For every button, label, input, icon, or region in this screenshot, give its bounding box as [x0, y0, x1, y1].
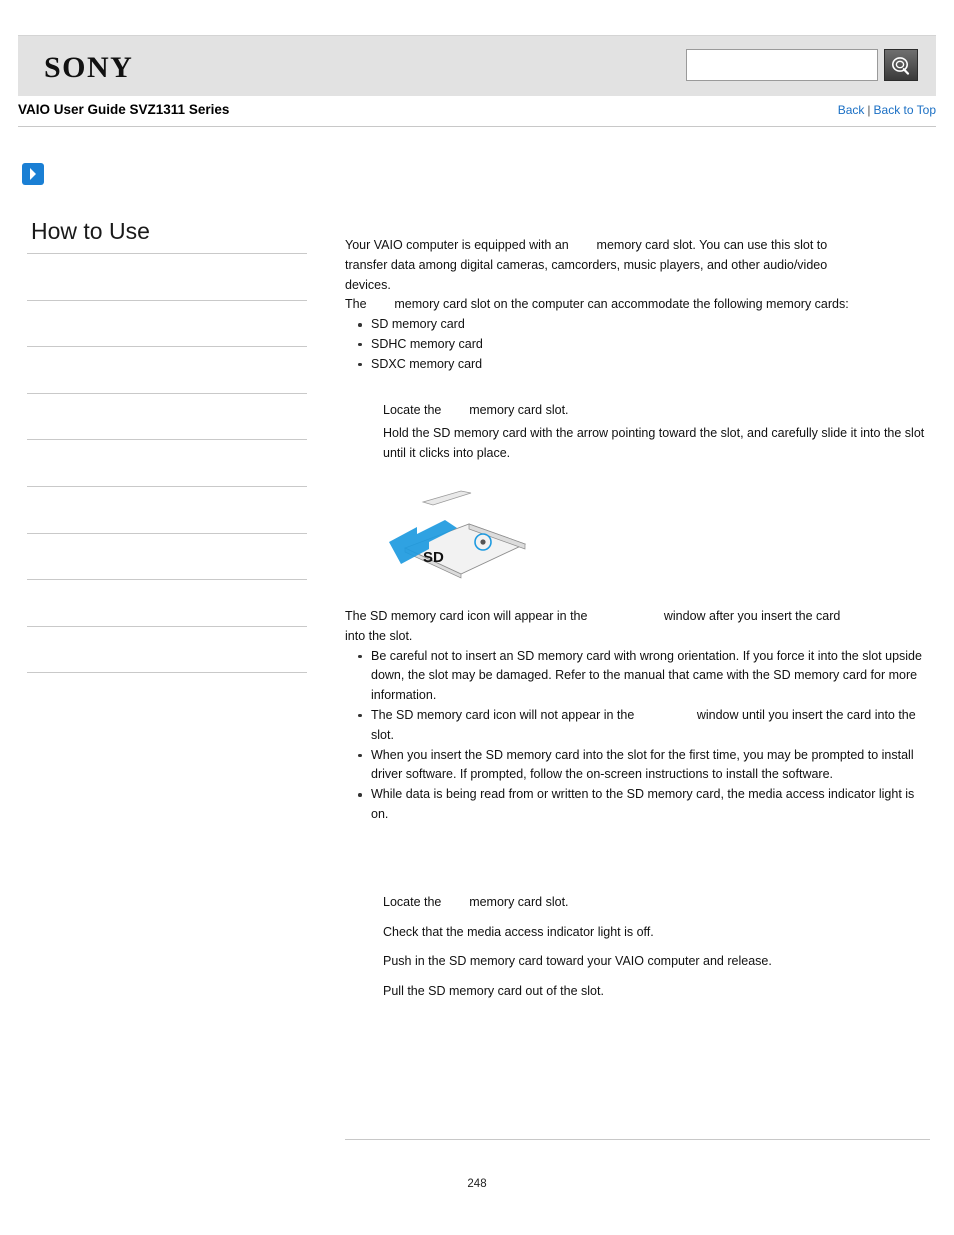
eject-steps: Locate the memory card slot. Check that …	[345, 893, 930, 1002]
list-item: SDXC memory card	[358, 355, 930, 375]
intro-line-4-part-1: The	[345, 297, 367, 312]
after-figure-part-2: window after you insert the card	[663, 608, 841, 623]
list-item: SD memory card	[358, 315, 930, 335]
sidebar-item-7[interactable]	[27, 579, 307, 626]
footer-divider	[345, 1139, 930, 1140]
intro-line-1-part-2: memory card slot. You can use this slot …	[596, 238, 828, 252]
eject-step-1-part-2: memory card slot.	[469, 894, 569, 909]
eject-step-2: Check that the media access indicator li…	[383, 924, 654, 939]
search-button[interactable]	[884, 49, 918, 81]
sidebar-item-1[interactable]	[27, 299, 307, 347]
header-nav-links: Back | Back to Top	[838, 103, 936, 117]
sidebar-item-2[interactable]	[27, 346, 307, 393]
list-item: The SD memory card icon will not appear …	[358, 706, 930, 746]
insert-step-1-part-2: memory card slot.	[469, 402, 569, 417]
back-to-top-link[interactable]: Back to Top	[874, 103, 936, 117]
back-link[interactable]: Back	[838, 103, 865, 117]
insert-step-2-line-1: Hold the SD memory card with the arrow p…	[383, 426, 857, 441]
intro-line-4-part-2: memory card slot on the computer can acc…	[394, 297, 849, 312]
eject-step-1-part-1: Locate the	[383, 894, 442, 909]
intro-line-1: Your VAIO computer is equipped with an m…	[345, 236, 930, 256]
site-header: SONY	[18, 35, 936, 96]
header-divider	[18, 126, 936, 127]
sidebar-heading: How to Use	[31, 218, 150, 244]
sd-card-insertion-illustration: SD	[383, 486, 553, 581]
search-input[interactable]	[687, 50, 877, 80]
sidebar: How to Use	[27, 218, 307, 719]
sd-figure-label: SD	[423, 549, 444, 566]
after-figure-line-1: The SD memory card icon will appear in t…	[345, 607, 930, 627]
sidebar-item-9[interactable]	[27, 672, 307, 719]
sidebar-item-5[interactable]	[27, 485, 307, 533]
insert-steps: Locate the memory card slot. Hold the SD…	[345, 401, 930, 464]
notes-list: Be careful not to insert an SD memory ca…	[345, 647, 930, 746]
list-item: Be careful not to insert an SD memory ca…	[358, 647, 930, 706]
search-box[interactable]	[686, 49, 878, 81]
after-figure-part-1: The SD memory card icon will appear in t…	[345, 608, 588, 623]
insert-step-1-part-1: Locate the	[383, 402, 442, 417]
after-figure-line-2: into the slot.	[345, 628, 413, 643]
eject-step-4: Pull the SD memory card out of the slot.	[383, 984, 604, 999]
main-content: Your VAIO computer is equipped with an m…	[345, 236, 930, 1002]
page-title: VAIO User Guide SVZ1311 Series	[18, 102, 230, 117]
intro-line-4: The memory card slot on the computer can…	[345, 295, 930, 315]
page-number: 248	[467, 1178, 487, 1190]
sony-logo: SONY	[44, 51, 134, 84]
nav-separator: |	[867, 103, 871, 117]
expand-arrow-icon[interactable]	[22, 163, 44, 185]
sidebar-item-4[interactable]	[27, 439, 307, 486]
insert-step-2: Hold the SD memory card with the arrow p…	[383, 424, 930, 464]
eject-step-3: Push in the SD memory card toward your V…	[383, 954, 772, 969]
search-icon	[885, 55, 917, 77]
note-2-part-1: The SD memory card icon will not appear …	[371, 707, 635, 722]
insert-step-1: Locate the memory card slot.	[383, 401, 930, 421]
note-2-part-2: window until you insert the	[696, 707, 844, 722]
sidebar-item-8[interactable]	[27, 625, 307, 673]
intro-line-3: devices.	[345, 277, 391, 292]
supported-card-list: SD memory card SDHC memory card SDXC mem…	[345, 315, 930, 374]
hints-list: When you insert the SD memory card into …	[345, 746, 930, 825]
intro-line-2: transfer data among digital cameras, cam…	[345, 257, 828, 272]
list-item: While data is being read from or written…	[358, 785, 930, 825]
intro-line-1-part-1: Your VAIO computer is equipped with an	[345, 238, 569, 252]
list-item: When you insert the SD memory card into …	[358, 746, 930, 786]
intro-paragraph: Your VAIO computer is equipped with an m…	[345, 236, 930, 315]
sidebar-item-3[interactable]	[27, 392, 307, 440]
list-item: SDHC memory card	[358, 335, 930, 355]
sidebar-item-0[interactable]	[27, 253, 307, 300]
after-figure-paragraph: The SD memory card icon will appear in t…	[345, 607, 930, 647]
eject-step-1: Locate the memory card slot.	[383, 893, 930, 913]
guide-title-row: VAIO User Guide SVZ1311 Series Back | Back…	[18, 100, 936, 126]
sidebar-item-6[interactable]	[27, 532, 307, 580]
